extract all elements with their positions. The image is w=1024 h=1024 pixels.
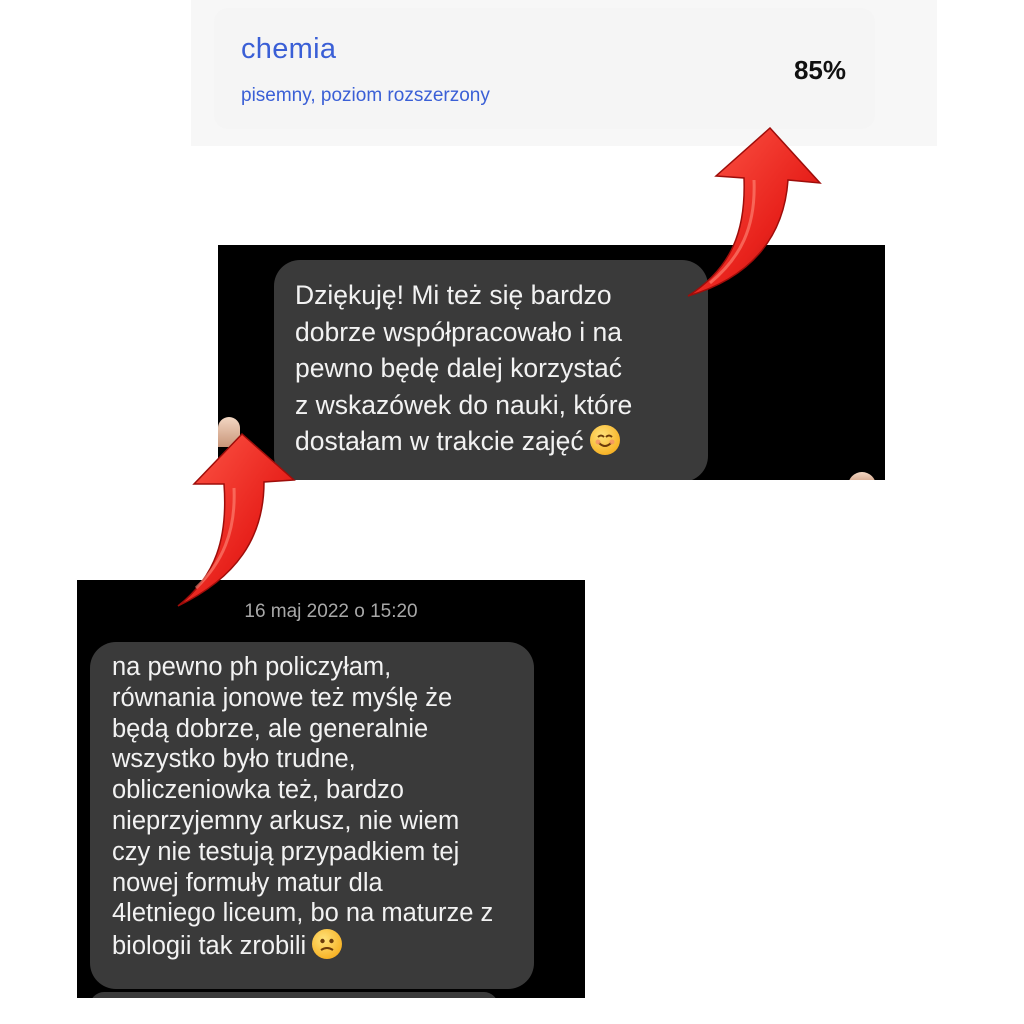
- red-curved-arrow-icon: [687, 126, 822, 297]
- exam-result-card[interactable]: chemia pisemny, poziom rozszerzony 85%: [214, 8, 875, 129]
- message-line: równania jonowe też myślę że: [112, 683, 453, 712]
- message-line: dobrze współpracowało i na: [295, 316, 623, 347]
- message-line: wszystko było trudne,: [112, 745, 356, 774]
- message-line: 4letniego liceum, bo na maturze z: [112, 899, 494, 928]
- message-line: obliczeniowka też, bardzo: [112, 776, 404, 805]
- confused-face-icon: [312, 929, 343, 960]
- message-timestamp: 16 maj 2022 o 15:20: [244, 601, 418, 622]
- message-bubble-received[interactable]: na pewno ph policzyłam, równania jonowe …: [90, 642, 534, 989]
- message-bubble-partial: [90, 992, 498, 998]
- avatar: [848, 472, 876, 480]
- message-line-text: biologii tak zrobili: [112, 932, 307, 961]
- message-line-text: dostałam w trakcie zajęć: [295, 426, 584, 456]
- message-line-last: biologii tak zrobili: [112, 929, 516, 962]
- message-line: nieprzyjemny arkusz, nie wiem: [112, 806, 460, 835]
- message-line: czy nie testują przypadkiem tej: [112, 837, 460, 866]
- message-line: na pewno ph policzyłam,: [112, 653, 392, 681]
- chat-screenshot-bottom: 16 maj 2022 o 15:20 na pewno ph policzył…: [77, 580, 585, 998]
- message-line: będą dobrze, ale generalnie: [112, 714, 429, 743]
- red-curved-arrow-icon: [177, 432, 296, 607]
- message-line: z wskazówek do nauki, które: [295, 389, 633, 420]
- message-bubble-reply[interactable]: Dziękuję! Mi też się bardzo dobrze współ…: [274, 260, 708, 480]
- message-line: pewno będę dalej korzystać: [295, 353, 623, 383]
- smiling-face-icon: [589, 425, 620, 455]
- message-line: nowej formuły matur dla: [112, 868, 383, 897]
- message-line: Dziękuję! Mi też się bardzo: [295, 280, 612, 310]
- exam-score: 85%: [793, 55, 846, 85]
- subject-name: chemia: [241, 33, 337, 65]
- message-line-last: dostałam w trakcie zajęć: [295, 423, 688, 460]
- exam-level: pisemny, poziom rozszerzony: [241, 85, 490, 106]
